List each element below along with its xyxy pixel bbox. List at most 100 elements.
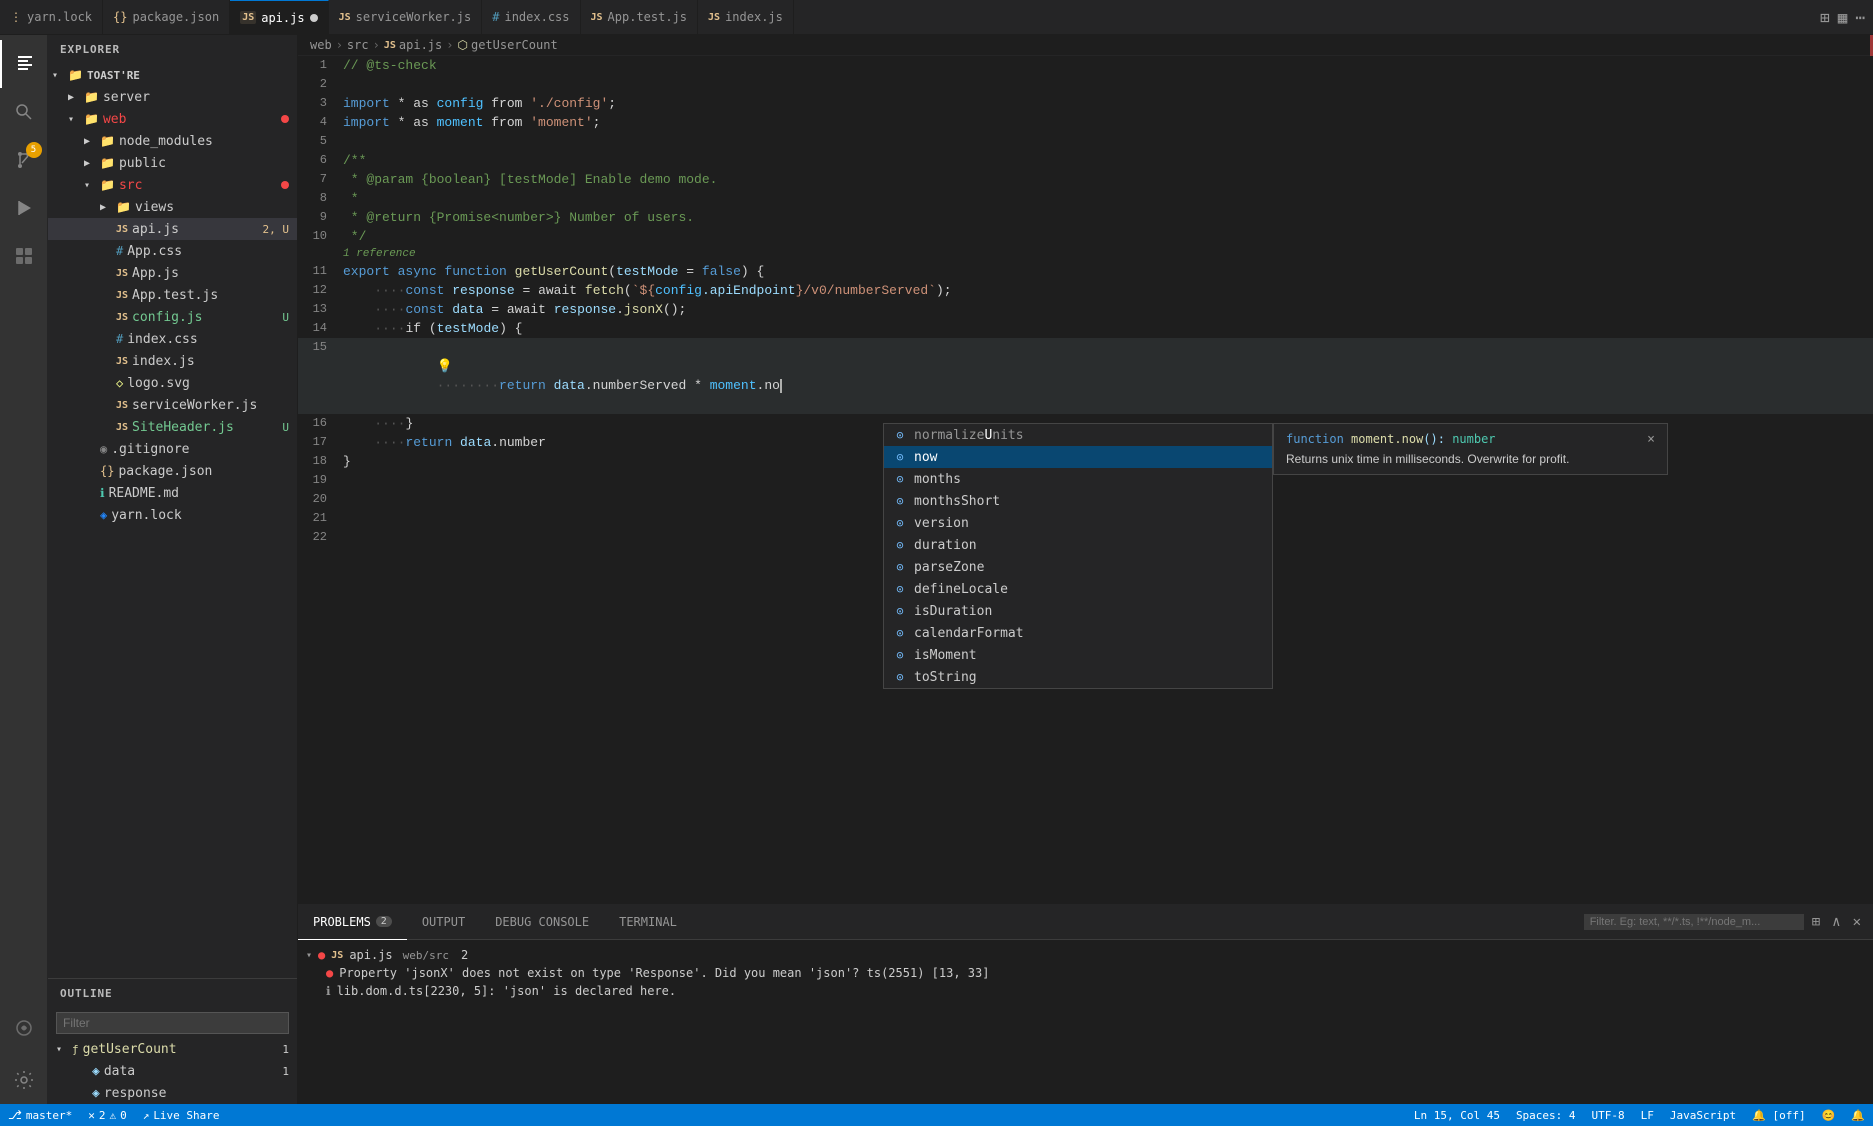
- tab-serviceWorker[interactable]: JS serviceWorker.js: [329, 0, 483, 35]
- tree-yarn-lock[interactable]: ▶ ◈ yarn.lock: [48, 504, 297, 526]
- outline-getUserCount[interactable]: ▾ ƒ getUserCount 1: [48, 1038, 297, 1060]
- status-position[interactable]: Ln 15, Col 45: [1406, 1104, 1508, 1126]
- status-spaces[interactable]: Spaces: 4: [1508, 1104, 1584, 1126]
- tree-server[interactable]: ▶ 📁 server: [48, 86, 297, 108]
- status-notifications[interactable]: 🔔 [off]: [1744, 1104, 1813, 1126]
- ac-item-now[interactable]: ⊙ now: [884, 446, 1272, 468]
- output-label: OUTPUT: [422, 915, 465, 929]
- status-language[interactable]: JavaScript: [1662, 1104, 1744, 1126]
- ac-method-icon: ⊙: [892, 626, 908, 640]
- git-file-icon: ◉: [100, 442, 107, 456]
- index-js-label: index.js: [132, 354, 297, 369]
- tree-app-css[interactable]: ▶ # App.css: [48, 240, 297, 262]
- breadcrumb-src[interactable]: src: [347, 38, 369, 52]
- tree-api-js[interactable]: ▶ JS api.js 2, U: [48, 218, 297, 240]
- ac-item-defineLocale[interactable]: ⊙ defineLocale: [884, 578, 1272, 600]
- status-smiley[interactable]: 😊: [1814, 1104, 1844, 1126]
- problem-item-1[interactable]: ● Property 'jsonX' does not exist on typ…: [298, 964, 1873, 982]
- tree-index-css[interactable]: ▶ # index.css: [48, 328, 297, 350]
- tree-index-js[interactable]: ▶ JS index.js: [48, 350, 297, 372]
- activity-run[interactable]: [0, 184, 48, 232]
- outline-data[interactable]: ▶ ◈ data 1: [48, 1060, 297, 1082]
- ac-item-months[interactable]: ⊙ months: [884, 468, 1272, 490]
- ac-item-duration[interactable]: ⊙ duration: [884, 534, 1272, 556]
- tab-index-js[interactable]: JS index.js: [698, 0, 794, 35]
- panel-tab-debug-console[interactable]: DEBUG CONSOLE: [480, 905, 604, 940]
- tree-root[interactable]: ▾ 📁 TOAST'RE: [48, 64, 297, 86]
- ac-item-parseZone[interactable]: ⊙ parseZone: [884, 556, 1272, 578]
- tree-views[interactable]: ▶ 📁 views: [48, 196, 297, 218]
- breadcrumb-api-js[interactable]: JS api.js: [384, 38, 442, 52]
- ac-item-normalizeUnits[interactable]: ⊙ normalizeUnits: [884, 424, 1272, 446]
- tab-package-json[interactable]: {} package.json: [103, 0, 230, 35]
- activity-explorer[interactable]: [0, 40, 48, 88]
- tree-app-test[interactable]: ▶ JS App.test.js: [48, 284, 297, 306]
- src-label: src: [119, 178, 297, 193]
- js-icon: JS: [591, 12, 603, 23]
- ac-item-calendarFormat[interactable]: ⊙ calendarFormat: [884, 622, 1272, 644]
- tree-app-js[interactable]: ▶ JS App.js: [48, 262, 297, 284]
- terminal-label: TERMINAL: [619, 915, 677, 929]
- lightbulb-icon[interactable]: 💡: [437, 359, 453, 374]
- panel-tab-terminal[interactable]: TERMINAL: [604, 905, 692, 940]
- sidebar: EXPLORER ▾ 📁 TOAST'RE ▶ 📁 server ▾ 📁 web: [48, 35, 298, 1104]
- outline-response[interactable]: ▶ ◈ response: [48, 1082, 297, 1104]
- config-js-label: config.js: [132, 310, 282, 325]
- panel-filter-input[interactable]: [1584, 914, 1804, 930]
- status-encoding[interactable]: UTF-8: [1584, 1104, 1633, 1126]
- tree-web[interactable]: ▾ 📁 web: [48, 108, 297, 130]
- more-actions-button[interactable]: ⋯: [1855, 8, 1865, 27]
- tree-package-json[interactable]: ▶ {} package.json: [48, 460, 297, 482]
- ac-item-version[interactable]: ⊙ version: [884, 512, 1272, 534]
- tooltip-close-button[interactable]: ×: [1647, 432, 1655, 447]
- tab-yarn-lock[interactable]: ⋮ yarn.lock: [0, 0, 103, 35]
- panel-close-button[interactable]: ✕: [1849, 912, 1865, 932]
- tree-logo-svg[interactable]: ▶ ◇ logo.svg: [48, 372, 297, 394]
- panel-tab-output[interactable]: OUTPUT: [407, 905, 480, 940]
- tree-public[interactable]: ▶ 📁 public: [48, 152, 297, 174]
- activity-gitlens[interactable]: [0, 1008, 48, 1056]
- status-live-share[interactable]: ↗ Live Share: [135, 1104, 228, 1126]
- panel-tab-problems[interactable]: PROBLEMS 2: [298, 905, 407, 940]
- tree-node-modules[interactable]: ▶ 📁 node_modules: [48, 130, 297, 152]
- tab-index-css[interactable]: # index.css: [482, 0, 580, 35]
- status-branch[interactable]: ⎇ master*: [0, 1104, 80, 1126]
- tree-readme[interactable]: ▶ ℹ README.md: [48, 482, 297, 504]
- split-editor-button[interactable]: ⊞: [1820, 8, 1830, 27]
- layout-button[interactable]: ▦: [1838, 8, 1848, 27]
- problem-item-2[interactable]: ℹ lib.dom.d.ts[2230, 5]: 'json' is decla…: [298, 982, 1873, 1000]
- activity-search[interactable]: [0, 88, 48, 136]
- tree-src[interactable]: ▾ 📁 src: [48, 174, 297, 196]
- tab-app-test[interactable]: JS App.test.js: [581, 0, 699, 35]
- status-errors[interactable]: ✕ 2 ⚠ 0: [80, 1104, 135, 1126]
- yarn-lock-label: yarn.lock: [111, 508, 297, 523]
- tree-gitignore[interactable]: ▶ ◉ .gitignore: [48, 438, 297, 460]
- breadcrumb-getUserCount[interactable]: ⬡ getUserCount: [457, 38, 557, 52]
- status-bell[interactable]: 🔔: [1843, 1104, 1873, 1126]
- modified-indicator: [281, 115, 289, 123]
- panel-up-button[interactable]: ∧: [1828, 912, 1844, 932]
- info-icon: ℹ: [326, 984, 331, 998]
- ac-item-toString[interactable]: ⊙ toString: [884, 666, 1272, 688]
- tree-serviceWorker[interactable]: ▶ JS serviceWorker.js: [48, 394, 297, 416]
- panel-expand-button[interactable]: ⊞: [1808, 912, 1824, 932]
- tab-api-js[interactable]: JS api.js: [230, 0, 328, 35]
- activity-extensions[interactable]: [0, 232, 48, 280]
- outline-filter-input[interactable]: [56, 1012, 289, 1034]
- activity-source-control[interactable]: 5: [0, 136, 48, 184]
- ac-method-icon: ⊙: [892, 670, 908, 684]
- problems-label: PROBLEMS: [313, 915, 371, 929]
- arrow-icon: ▶: [68, 92, 84, 103]
- ac-item-isDuration[interactable]: ⊙ isDuration: [884, 600, 1272, 622]
- status-line-ending[interactable]: LF: [1633, 1104, 1662, 1126]
- tree-SiteHeader[interactable]: ▶ JS SiteHeader.js U: [48, 416, 297, 438]
- ac-method-icon: ⊙: [892, 582, 908, 596]
- breadcrumb-sep: ›: [373, 38, 380, 52]
- ac-item-isMoment[interactable]: ⊙ isMoment: [884, 644, 1272, 666]
- breadcrumb-web[interactable]: web: [310, 38, 332, 52]
- tree-config-js[interactable]: ▶ JS config.js U: [48, 306, 297, 328]
- activity-settings[interactable]: [0, 1056, 48, 1104]
- problem-file-api[interactable]: ▾ ● JS api.js web/src 2: [298, 946, 1873, 964]
- ac-item-monthsShort[interactable]: ⊙ monthsShort: [884, 490, 1272, 512]
- language-text: JavaScript: [1670, 1109, 1736, 1122]
